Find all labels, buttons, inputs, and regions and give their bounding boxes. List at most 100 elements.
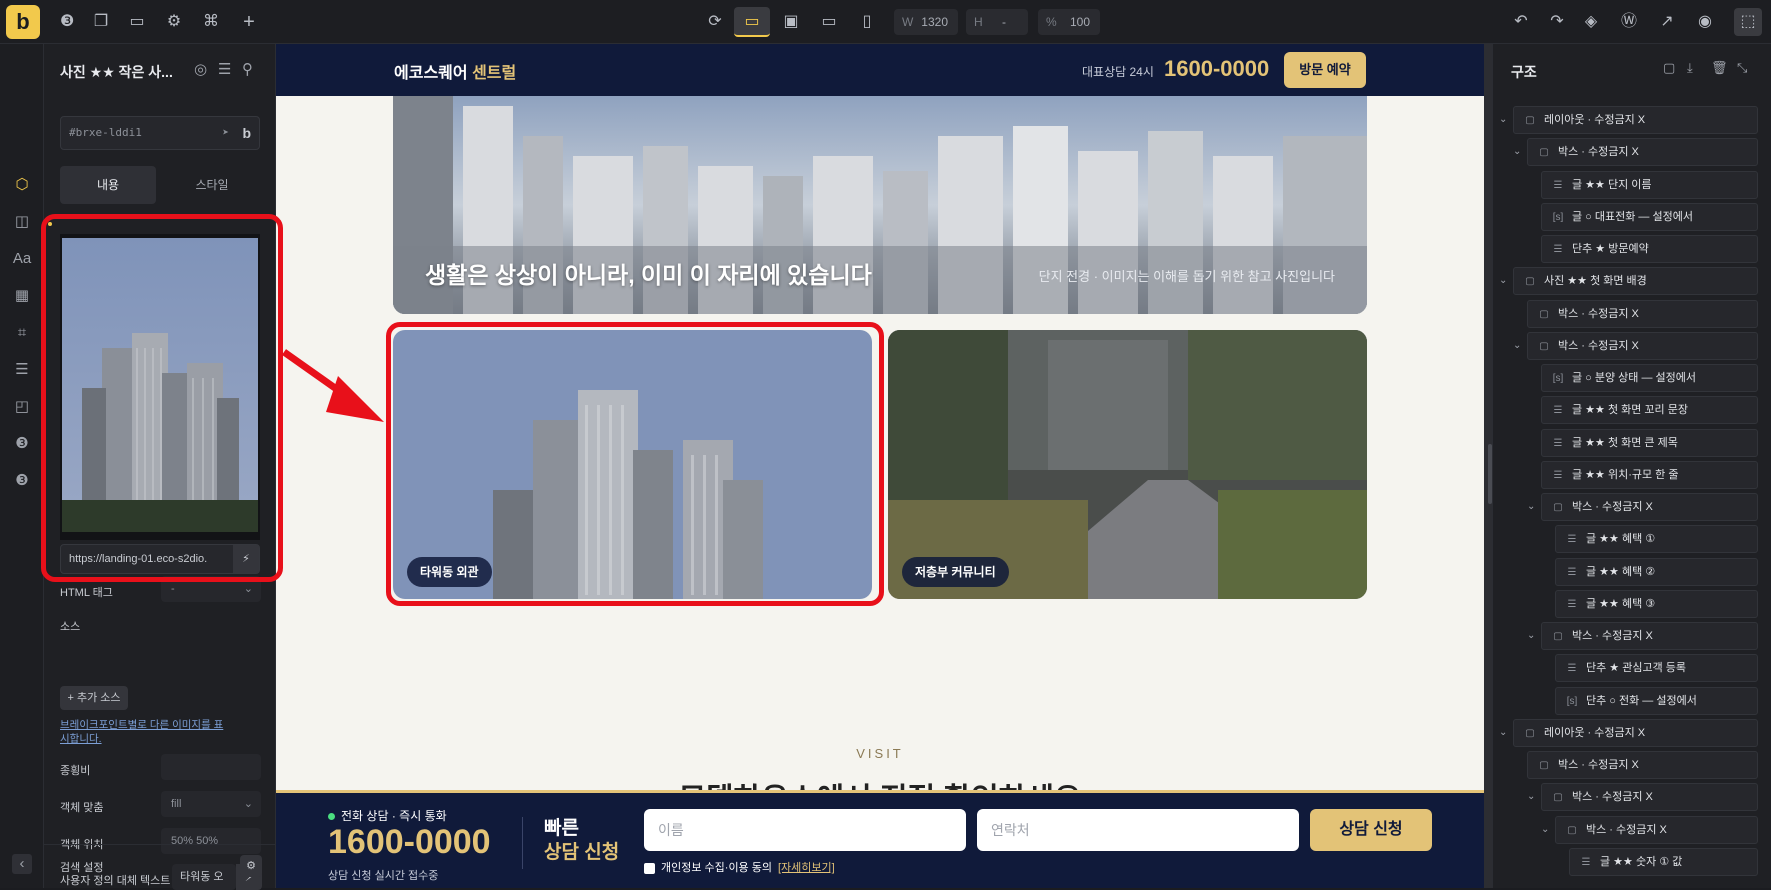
community-card[interactable]: 저층부 커뮤니티 bbox=[888, 330, 1367, 599]
privacy-consent[interactable]: 개인정보 수집·이용 동의 [자세히보기] bbox=[644, 859, 835, 875]
tree-item[interactable]: ▢ 박스 · 수정금지 X bbox=[1527, 299, 1758, 328]
cursor-icon[interactable]: ➤ bbox=[222, 117, 229, 149]
tree-item[interactable]: [s] 글 ○ 분양 상태 — 설정에서 bbox=[1541, 364, 1758, 392]
trash-icon[interactable]: 🗑 bbox=[1711, 60, 1728, 76]
tree-item-label: 글 ★★ 혜택 ② bbox=[1586, 565, 1656, 578]
brand-b-icon[interactable]: b bbox=[242, 117, 251, 149]
tree-toggle-chevron-icon[interactable]: ⌄ bbox=[1499, 114, 1507, 125]
visibility-eye-icon[interactable]: ◎ bbox=[194, 60, 207, 78]
object-fit-select[interactable]: fill ⌄ bbox=[161, 791, 261, 817]
layout-icon[interactable]: ◫ bbox=[12, 212, 32, 232]
name-input[interactable]: 이름 bbox=[644, 809, 966, 851]
download-icon[interactable]: ⤓ bbox=[1687, 60, 1693, 76]
typography-icon[interactable]: Aa bbox=[12, 249, 32, 269]
tree-item[interactable]: ▢ 사진 ★★ 첫 화면 배경 bbox=[1513, 267, 1758, 296]
collapse-chevron-icon[interactable]: ‹ bbox=[12, 854, 32, 874]
app-logo[interactable]: b bbox=[6, 5, 40, 39]
redo-icon[interactable]: ↷ bbox=[1546, 11, 1568, 33]
tablet-breakpoint-icon[interactable]: ▭ bbox=[818, 11, 840, 33]
save-icon[interactable]: ⬚ bbox=[1734, 8, 1762, 36]
preview-eye-icon[interactable]: ◉ bbox=[1694, 11, 1716, 33]
aspect-ratio-input[interactable] bbox=[161, 754, 261, 780]
tree-item[interactable]: [s] 글 ○ 대표전화 — 설정에서 bbox=[1541, 202, 1758, 231]
tab-content[interactable]: 내용 bbox=[60, 166, 156, 204]
element-id-field[interactable]: #brxe-lddi1 ➤ b bbox=[60, 116, 260, 150]
undo-icon[interactable]: ↶ bbox=[1510, 11, 1532, 33]
tree-toggle-chevron-icon[interactable]: ⌄ bbox=[1499, 275, 1507, 286]
css-icon[interactable]: ❸ bbox=[12, 434, 32, 454]
tree-item[interactable]: ▢ 박스 · 수정금지 X bbox=[1541, 783, 1758, 812]
tree-item[interactable]: ☰ 글 ★★ 위치·규모 한 줄 bbox=[1541, 460, 1758, 489]
command-icon[interactable]: ⌘ bbox=[200, 11, 222, 33]
external-link-icon[interactable]: ↗ bbox=[1656, 11, 1678, 33]
tree-item[interactable]: ☰ 글 ★★ 혜택 ① bbox=[1555, 525, 1758, 554]
css-alt-icon[interactable]: ❸ bbox=[12, 471, 32, 491]
visit-reservation-button[interactable]: 방문 예약 bbox=[1284, 52, 1366, 88]
list-icon[interactable]: ☰ bbox=[12, 360, 32, 380]
tree-item[interactable]: ☰ 단추 ★ 관심고객 등록 bbox=[1555, 654, 1758, 683]
desktop-breakpoint-icon[interactable]: ▭ bbox=[734, 7, 770, 37]
contact-input[interactable]: 연락처 bbox=[977, 809, 1299, 851]
tree-toggle-chevron-icon[interactable]: ⌄ bbox=[1527, 501, 1535, 512]
tree-item[interactable]: ▢ 레이아웃 · 수정금지 X bbox=[1513, 106, 1758, 134]
tree-item[interactable]: ▢ 레이아웃 · 수정금지 X bbox=[1513, 718, 1758, 747]
tree-item[interactable]: ▢ 박스 · 수정금지 X bbox=[1555, 815, 1758, 844]
grid-icon[interactable]: ▦ bbox=[12, 286, 32, 306]
elements-cube-icon[interactable]: ⬡ bbox=[12, 175, 32, 195]
tree-toggle-chevron-icon[interactable]: ⌄ bbox=[1513, 146, 1521, 157]
tree-item-label: 박스 · 수정금지 X bbox=[1586, 823, 1667, 836]
tree-toggle-chevron-icon[interactable]: ⌄ bbox=[1527, 630, 1535, 641]
box3d-icon[interactable]: ◰ bbox=[12, 397, 32, 417]
tree-item[interactable]: ☰ 글 ★★ 첫 화면 꼬리 문장 bbox=[1541, 396, 1758, 425]
search-gear-icon[interactable]: ⚙ bbox=[240, 855, 262, 877]
width-field[interactable]: W 1320 bbox=[894, 9, 958, 35]
zoom-field[interactable]: % 100 bbox=[1038, 9, 1100, 35]
layers-icon[interactable]: ◈ bbox=[1580, 11, 1602, 33]
text-lines-icon: ☰ bbox=[1567, 566, 1577, 578]
collapse-icon[interactable]: ⤡ bbox=[1737, 60, 1747, 76]
consult-phone[interactable]: 1600-0000 bbox=[328, 823, 491, 862]
breakpoint-hint-link[interactable]: 브레이크포인트별로 다른 이미지를 표시합니다. bbox=[60, 718, 230, 746]
tree-item[interactable]: ☰ 글 ★★ 숫자 ① 값 bbox=[1569, 847, 1758, 876]
consent-checkbox[interactable] bbox=[644, 862, 655, 874]
laptop-breakpoint-icon[interactable]: ▣ bbox=[780, 11, 802, 33]
tree-item[interactable]: ▢ 박스 · 수정금지 X bbox=[1527, 751, 1758, 779]
pin-icon[interactable]: ⚲ bbox=[242, 60, 253, 78]
wordpress-icon[interactable]: Ⓦ bbox=[1618, 11, 1640, 33]
tree-item[interactable]: ▢ 박스 · 수정금지 X bbox=[1527, 331, 1758, 360]
tree-toggle-chevron-icon[interactable]: ⌄ bbox=[1513, 340, 1521, 351]
box-icon: ▢ bbox=[1539, 308, 1549, 320]
css3-icon[interactable]: ❸ bbox=[56, 11, 78, 33]
frame-icon[interactable]: ⌗ bbox=[12, 323, 32, 343]
consent-details-link[interactable]: [자세히보기] bbox=[778, 862, 835, 874]
tree-item-label: 글 ★★ 첫 화면 큰 제목 bbox=[1572, 436, 1678, 449]
tree-item[interactable]: ☰ 글 ★★ 혜택 ② bbox=[1555, 557, 1758, 586]
tree-item[interactable]: ▢ 박스 · 수정금지 X bbox=[1541, 493, 1758, 521]
tab-style[interactable]: 스타일 bbox=[164, 166, 260, 204]
clipboard-icon[interactable]: ▢ bbox=[1663, 60, 1675, 76]
tree-item[interactable]: ☰ 글 ★★ 단지 이름 bbox=[1541, 170, 1758, 199]
mobile-breakpoint-icon[interactable]: ▯ bbox=[856, 11, 878, 33]
tree-item[interactable]: ▢ 박스 · 수정금지 X bbox=[1541, 622, 1758, 650]
pages-icon[interactable]: ❐ bbox=[90, 11, 112, 33]
consult-submit-button[interactable]: 상담 신청 bbox=[1310, 809, 1432, 851]
add-icon[interactable]: + bbox=[238, 11, 260, 33]
gear-icon[interactable]: ⚙ bbox=[163, 11, 185, 33]
tree-item-label: 박스 · 수정금지 X bbox=[1572, 630, 1653, 642]
header-phone[interactable]: 1600-0000 bbox=[1164, 56, 1269, 82]
folder-icon[interactable]: ▭ bbox=[126, 11, 148, 33]
tree-item[interactable]: ☰ 단추 ★ 방문예약 bbox=[1541, 235, 1758, 263]
tree-toggle-chevron-icon[interactable]: ⌄ bbox=[1499, 727, 1507, 738]
add-source-button[interactable]: + 추가 소스 bbox=[60, 686, 128, 710]
hero-image[interactable]: 생활은 상상이 아니라, 이미 이 자리에 있습니다 단지 전경 · 이미지는 … bbox=[393, 96, 1367, 314]
tree-item[interactable]: [s] 단추 ○ 전화 — 설정에서 bbox=[1555, 686, 1758, 715]
tree-toggle-chevron-icon[interactable]: ⌄ bbox=[1527, 791, 1535, 802]
height-field[interactable]: H - bbox=[966, 9, 1028, 35]
tree-item[interactable]: ☰ 글 ★★ 혜택 ③ bbox=[1555, 589, 1758, 618]
stack-icon[interactable]: ☰ bbox=[218, 60, 231, 78]
tree-item[interactable]: ▢ 박스 · 수정금지 X bbox=[1527, 138, 1758, 167]
refresh-icon[interactable]: ⟳ bbox=[704, 11, 726, 33]
tree-item[interactable]: ☰ 글 ★★ 첫 화면 큰 제목 bbox=[1541, 428, 1758, 457]
search-settings-bar[interactable]: 검색 설정 ⚙ bbox=[44, 844, 276, 888]
tree-toggle-chevron-icon[interactable]: ⌄ bbox=[1541, 824, 1549, 835]
